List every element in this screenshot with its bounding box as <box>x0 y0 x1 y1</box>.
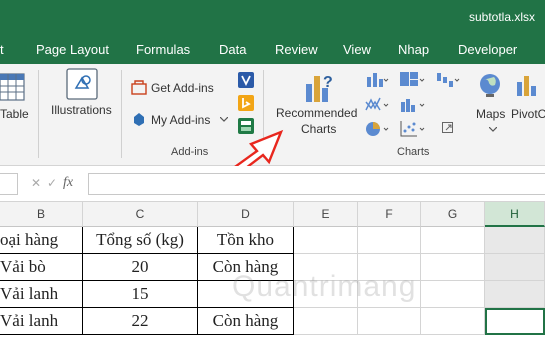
cell-c2[interactable]: 20 <box>83 254 198 281</box>
cell-g2[interactable] <box>421 254 485 281</box>
cell-g4[interactable] <box>421 308 485 335</box>
svg-text:?: ? <box>323 74 333 91</box>
tab-review[interactable]: Review <box>275 42 318 57</box>
pie-chart-icon[interactable] <box>365 120 389 138</box>
cell-c1[interactable]: Tổng số (kg) <box>83 227 198 254</box>
tab-developer[interactable]: Developer <box>458 42 517 57</box>
recommended-charts-icon[interactable]: ? <box>302 70 336 104</box>
cell-f1[interactable] <box>358 227 421 254</box>
column-header-e[interactable]: E <box>294 202 358 227</box>
cell-b4[interactable]: Vải lanh <box>0 308 83 335</box>
column-header-c[interactable]: C <box>83 202 198 227</box>
get-addins-button[interactable]: Get Add-ins <box>151 81 214 95</box>
cell-h2[interactable] <box>485 254 545 281</box>
column-chart-icon[interactable] <box>365 71 389 89</box>
store-icon[interactable] <box>131 79 147 95</box>
column-header-d[interactable]: D <box>198 202 294 227</box>
recommended-charts-label-2[interactable]: Charts <box>301 122 336 136</box>
table-icon[interactable] <box>0 72 26 102</box>
tab-data[interactable]: Data <box>219 42 246 57</box>
hierarchy-chart-icon[interactable] <box>399 71 425 89</box>
globe-icon[interactable] <box>477 72 503 98</box>
cell-h3[interactable] <box>485 281 545 308</box>
tab-formulas[interactable]: Formulas <box>136 42 190 57</box>
separator <box>38 70 39 158</box>
separator <box>121 70 122 158</box>
file-name: subtotla.xlsx <box>468 10 535 24</box>
column-header-g[interactable]: G <box>421 202 485 227</box>
name-box[interactable] <box>0 173 18 195</box>
cell-e1[interactable] <box>294 227 358 254</box>
formula-input[interactable] <box>88 173 545 195</box>
illustrations-label: Illustrations <box>51 103 112 117</box>
confirm-icon[interactable]: ✓ <box>47 176 57 190</box>
cell-c4[interactable]: 22 <box>83 308 198 335</box>
title-bar: subtotla.xlsx <box>0 0 545 34</box>
column-header-b[interactable]: B <box>0 202 83 227</box>
bing-icon[interactable] <box>238 95 254 111</box>
fx-icon[interactable]: fx <box>63 175 73 191</box>
my-addins-icon[interactable] <box>131 111 147 127</box>
column-header-h[interactable]: H <box>485 202 545 227</box>
tab-view[interactable]: View <box>343 42 371 57</box>
formula-bar: ✕ ✓ fx <box>0 166 545 202</box>
line-chart-icon[interactable] <box>365 96 389 114</box>
tab-insert[interactable]: t <box>0 42 4 57</box>
table-label: Table <box>0 107 29 121</box>
cell-b3[interactable]: Vải lanh <box>0 281 83 308</box>
cell-f4[interactable] <box>358 308 421 335</box>
cell-d1[interactable]: Tồn kho <box>198 227 294 254</box>
dialog-launcher-icon[interactable] <box>442 122 454 134</box>
watermark: Quantrimang <box>232 270 417 303</box>
cell-g1[interactable] <box>421 227 485 254</box>
ribbon-tabs: t Page Layout Formulas Data Review View … <box>0 34 545 64</box>
tab-nhap[interactable]: Nhap <box>398 42 429 57</box>
cell-h4-selected[interactable] <box>485 308 545 335</box>
chevron-down-icon[interactable] <box>489 127 497 133</box>
column-header-f[interactable]: F <box>358 202 421 227</box>
cell-h1[interactable] <box>485 227 545 254</box>
scatter-chart-icon[interactable] <box>399 120 425 138</box>
maps-label[interactable]: Maps <box>476 107 505 121</box>
waterfall-chart-icon[interactable] <box>435 71 461 89</box>
cell-g3[interactable] <box>421 281 485 308</box>
cell-b2[interactable]: Vải bò <box>0 254 83 281</box>
illustrations-icon[interactable] <box>66 68 98 100</box>
statistic-chart-icon[interactable] <box>399 96 425 114</box>
pivotchart-icon[interactable] <box>515 72 545 102</box>
visio-icon[interactable] <box>238 72 254 88</box>
charts-group-label: Charts <box>397 146 430 158</box>
cell-c3[interactable]: 15 <box>83 281 198 308</box>
cell-e4[interactable] <box>294 308 358 335</box>
pivotchart-label[interactable]: PivotC <box>511 107 545 121</box>
cell-d4[interactable]: Còn hàng <box>198 308 294 335</box>
cell-b1[interactable]: oại hàng <box>0 227 83 254</box>
tab-page-layout[interactable]: Page Layout <box>36 42 109 57</box>
cancel-icon[interactable]: ✕ <box>31 176 41 190</box>
